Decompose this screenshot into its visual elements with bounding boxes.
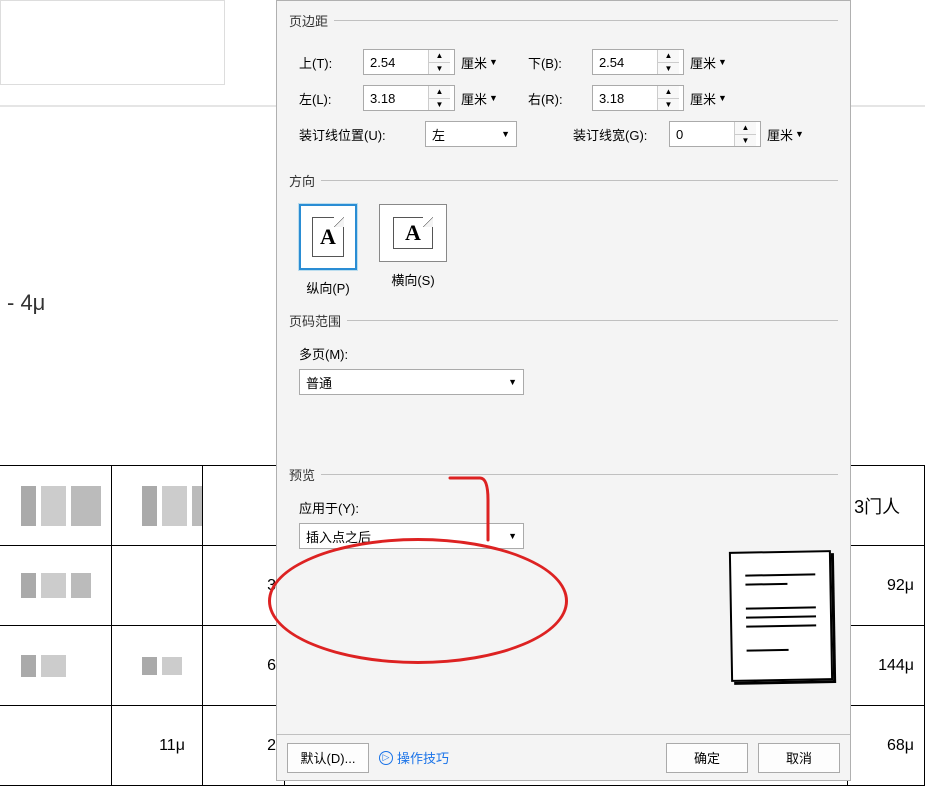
preview-legend: 预览 xyxy=(289,465,321,484)
margins-legend: 页边距 xyxy=(289,11,334,30)
margin-right-label: 右(R): xyxy=(528,89,586,108)
gutter-pos-value: 左 xyxy=(432,125,445,144)
blurred-cell xyxy=(21,655,71,677)
col-header-right: 3门人 xyxy=(848,466,925,546)
margin-left-input[interactable] xyxy=(364,86,428,110)
preview-group: 预览 应用于(Y): 插入点之后 ▼ xyxy=(289,465,838,553)
orientation-landscape[interactable]: A 横向(S) xyxy=(379,204,447,297)
orientation-legend: 方向 xyxy=(289,171,321,190)
gutter-width-spinner[interactable]: ▲▼ xyxy=(669,121,761,147)
play-circle-icon: ▷ xyxy=(379,751,393,765)
gutter-width-input[interactable] xyxy=(670,122,734,146)
margin-right-spinner[interactable]: ▲▼ xyxy=(592,85,684,111)
margin-bottom-label: 下(B): xyxy=(528,53,586,72)
gutter-width-label: 装订线宽(G): xyxy=(573,125,663,144)
portrait-label: 纵向(P) xyxy=(306,278,349,297)
chevron-down-icon: ▼ xyxy=(718,57,727,67)
portrait-icon: A xyxy=(299,204,357,270)
landscape-label: 横向(S) xyxy=(391,270,434,289)
margin-left-spinner[interactable]: ▲▼ xyxy=(363,85,455,111)
multi-page-value: 普通 xyxy=(306,373,332,392)
margin-top-spinner[interactable]: ▲▼ xyxy=(363,49,455,75)
orientation-portrait[interactable]: A 纵向(P) xyxy=(299,204,357,297)
chevron-down-icon: ▼ xyxy=(718,93,727,103)
multi-page-label: 多页(M): xyxy=(299,344,838,363)
dialog-footer: 默认(D)... ▷ 操作技巧 确定 取消 xyxy=(277,734,850,780)
unit-dropdown[interactable]: 厘米▼ xyxy=(690,89,727,108)
spin-down-icon[interactable]: ▼ xyxy=(658,99,679,111)
spin-up-icon[interactable]: ▲ xyxy=(735,122,756,135)
orientation-group: 方向 A 纵向(P) A 横向(S) xyxy=(289,171,838,301)
spin-up-icon[interactable]: ▲ xyxy=(658,86,679,99)
apply-to-label: 应用于(Y): xyxy=(299,498,838,517)
margin-top-input[interactable] xyxy=(364,50,428,74)
chevron-down-icon: ▼ xyxy=(489,93,498,103)
margins-group: 页边距 上(T): ▲▼ 厘米▼ 下(B): ▲▼ 厘米▼ 左(L): ▲▼ 厘… xyxy=(289,11,838,161)
chevron-down-icon: ▼ xyxy=(508,377,517,387)
margin-bottom-input[interactable] xyxy=(593,50,657,74)
spin-down-icon[interactable]: ▼ xyxy=(429,63,450,75)
multi-page-combo[interactable]: 普通 ▼ xyxy=(299,369,524,395)
page-range-legend: 页码范围 xyxy=(289,311,347,330)
spin-up-icon[interactable]: ▲ xyxy=(429,86,450,99)
blurred-cell xyxy=(142,657,182,675)
blurred-cell xyxy=(21,486,111,526)
margin-bottom-spinner[interactable]: ▲▼ xyxy=(592,49,684,75)
gutter-pos-combo[interactable]: 左 ▼ xyxy=(425,121,517,147)
blurred-cell xyxy=(21,573,91,598)
spin-up-icon[interactable]: ▲ xyxy=(429,50,450,63)
margin-top-label: 上(T): xyxy=(299,53,357,72)
chevron-down-icon: ▼ xyxy=(501,129,510,139)
page-range-group: 页码范围 多页(M): 普通 ▼ xyxy=(289,311,838,399)
bg-card xyxy=(0,0,225,85)
landscape-icon: A xyxy=(379,204,447,262)
preview-page-icon xyxy=(729,550,833,682)
unit-dropdown[interactable]: 厘米▼ xyxy=(690,53,727,72)
spin-down-icon[interactable]: ▼ xyxy=(658,63,679,75)
spin-down-icon[interactable]: ▼ xyxy=(735,135,756,147)
unit-dropdown[interactable]: 厘米▼ xyxy=(767,125,804,144)
margin-right-input[interactable] xyxy=(593,86,657,110)
unit-dropdown[interactable]: 厘米▼ xyxy=(461,53,498,72)
spin-down-icon[interactable]: ▼ xyxy=(429,99,450,111)
spin-up-icon[interactable]: ▲ xyxy=(658,50,679,63)
ok-button[interactable]: 确定 xyxy=(666,743,748,773)
apply-to-combo[interactable]: 插入点之后 ▼ xyxy=(299,523,524,549)
default-button[interactable]: 默认(D)... xyxy=(287,743,369,773)
chevron-down-icon: ▼ xyxy=(508,531,517,541)
chevron-down-icon: ▼ xyxy=(489,57,498,67)
blurred-cell xyxy=(142,486,202,526)
apply-to-value: 插入点之后 xyxy=(306,527,371,546)
gutter-pos-label: 装订线位置(U): xyxy=(299,125,419,144)
cancel-button[interactable]: 取消 xyxy=(758,743,840,773)
unit-dropdown[interactable]: 厘米▼ xyxy=(461,89,498,108)
bg-marker-text: - 4μ xyxy=(7,290,45,316)
tips-link[interactable]: ▷ 操作技巧 xyxy=(379,748,449,767)
page-setup-dialog: 页边距 上(T): ▲▼ 厘米▼ 下(B): ▲▼ 厘米▼ 左(L): ▲▼ 厘… xyxy=(276,0,851,781)
margin-left-label: 左(L): xyxy=(299,89,357,108)
chevron-down-icon: ▼ xyxy=(795,129,804,139)
